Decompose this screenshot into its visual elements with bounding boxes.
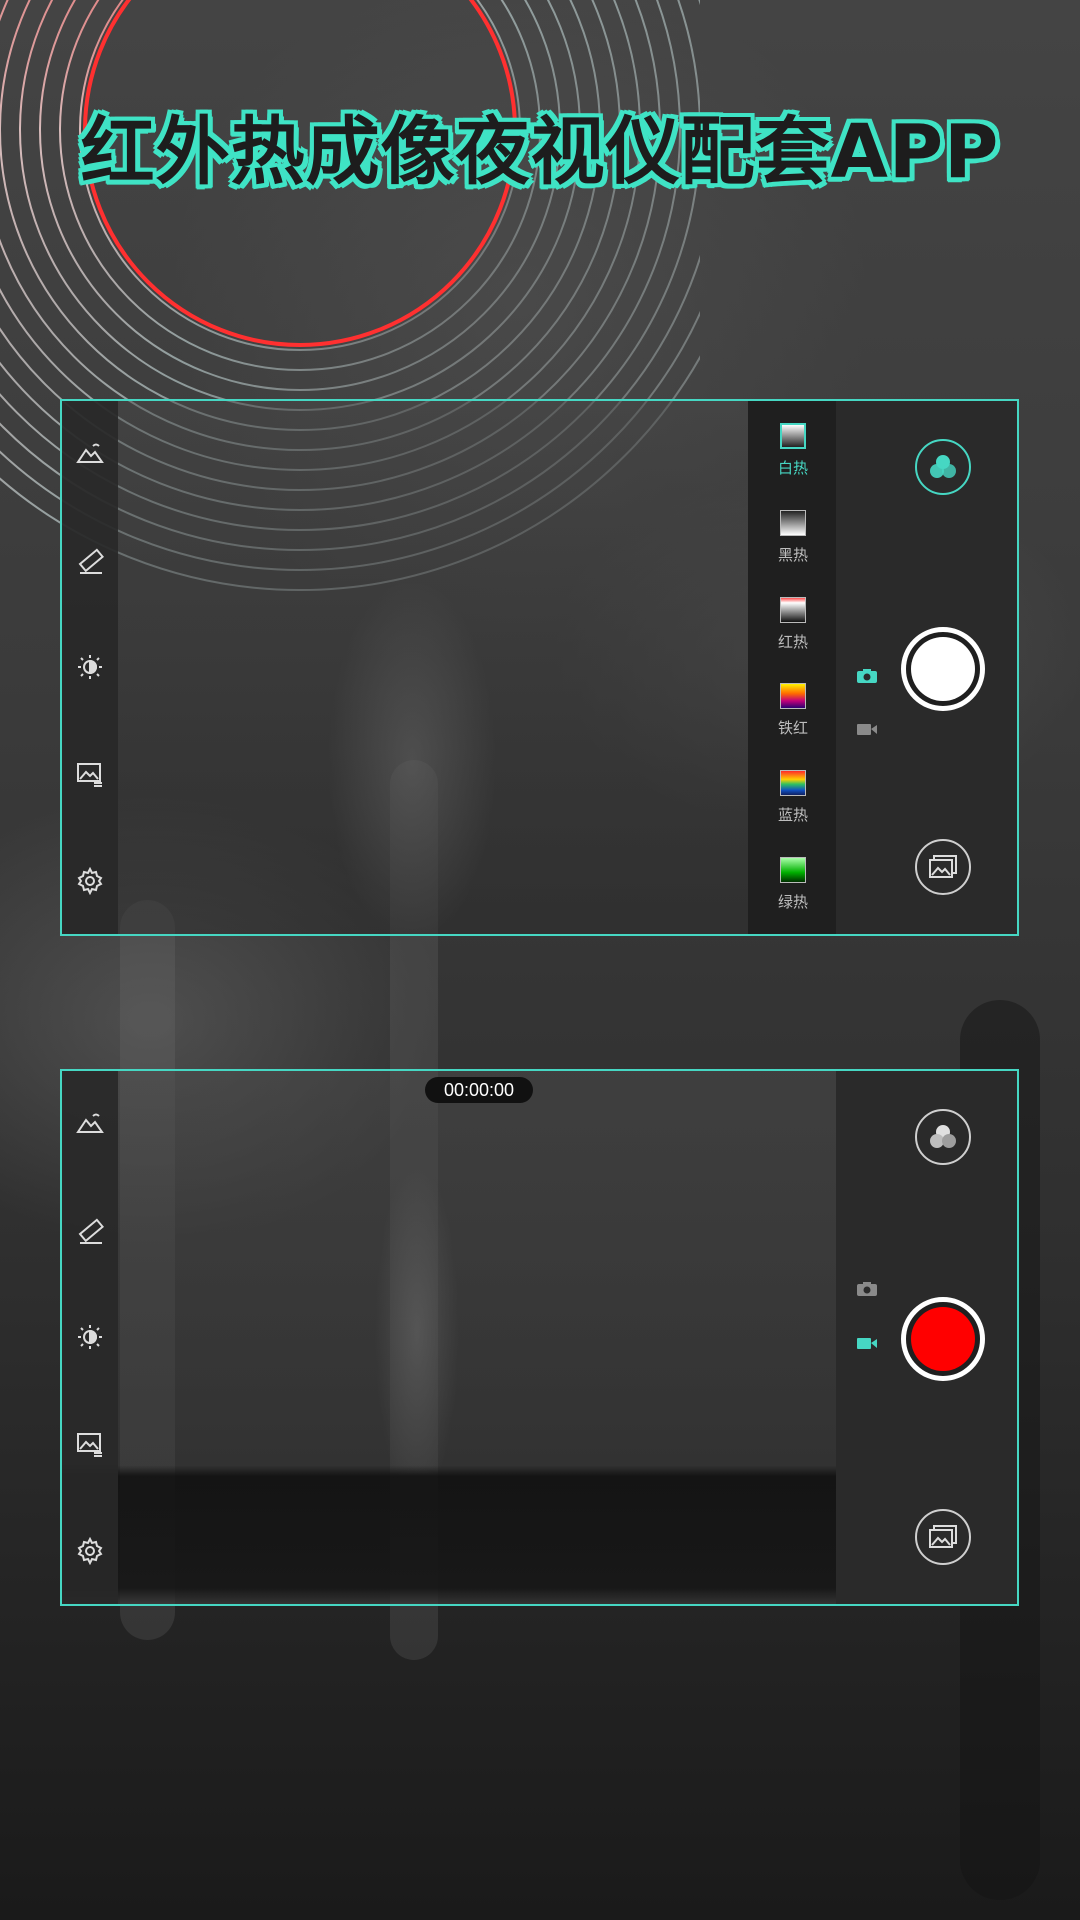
palette-green-hot[interactable]: 绿热 — [778, 857, 808, 912]
palette-swatch — [779, 770, 806, 797]
camera-mode-icon[interactable] — [856, 668, 878, 684]
palette-swatch — [779, 857, 806, 884]
record-button[interactable] — [901, 1297, 985, 1381]
ruler-icon[interactable] — [75, 1216, 105, 1246]
palette-white-hot[interactable]: 白热 — [777, 422, 808, 478]
gear-icon[interactable] — [75, 866, 105, 896]
video-mode-screen: 00:00:00 — [60, 1069, 1019, 1606]
palette-swatch — [779, 422, 806, 449]
image-adjust-icon[interactable] — [75, 1429, 105, 1459]
camera-controls — [836, 401, 1017, 934]
ruler-icon[interactable] — [75, 546, 105, 576]
palette-selector: 白热 黑热 红热 铁红 蓝热 绿热 — [748, 401, 838, 934]
gallery-button[interactable] — [915, 1509, 971, 1565]
recording-timer: 00:00:00 — [425, 1077, 533, 1103]
page-title: 红外热成像夜视仪配套APP — [80, 109, 1000, 195]
record-button-inner — [911, 1307, 975, 1371]
palette-label: 蓝热 — [777, 806, 808, 825]
palette-label: 绿热 — [777, 893, 808, 912]
photo-mode-screen: 白热 黑热 红热 铁红 蓝热 绿热 — [60, 399, 1019, 936]
palette-label: 铁红 — [777, 719, 808, 738]
color-filter-icon — [930, 1125, 956, 1148]
camera-controls — [836, 1071, 1017, 1604]
image-adjust-icon[interactable] — [75, 759, 105, 789]
color-filter-icon — [930, 455, 956, 478]
palette-iron-red[interactable]: 铁红 — [778, 683, 808, 738]
palette-toggle-button[interactable] — [915, 1109, 971, 1165]
palette-label: 黑热 — [777, 545, 808, 564]
left-toolbar — [62, 1071, 118, 1604]
video-mode-icon[interactable] — [856, 1335, 878, 1351]
brightness-icon[interactable] — [75, 652, 105, 682]
palette-swatch — [779, 596, 806, 623]
palette-toggle-button[interactable] — [915, 439, 971, 495]
gear-icon[interactable] — [75, 1536, 105, 1566]
gallery-icon — [929, 1525, 957, 1548]
brightness-icon[interactable] — [75, 1322, 105, 1352]
gallery-button[interactable] — [915, 839, 971, 895]
palette-swatch — [779, 683, 806, 710]
camera-mode-icon[interactable] — [856, 1281, 878, 1297]
capture-button[interactable] — [901, 627, 985, 711]
palette-label: 白热 — [777, 458, 808, 477]
landscape-icon[interactable] — [75, 1109, 105, 1139]
palette-red-hot[interactable]: 红热 — [777, 596, 808, 652]
palette-black-hot[interactable]: 黑热 — [777, 509, 808, 565]
landscape-icon[interactable] — [75, 439, 105, 469]
capture-button-inner — [911, 637, 975, 701]
palette-swatch — [779, 509, 806, 536]
palette-blue-hot[interactable]: 蓝热 — [778, 770, 808, 825]
palette-label: 红热 — [777, 632, 808, 651]
gallery-icon — [929, 855, 957, 878]
left-toolbar — [62, 401, 118, 934]
video-mode-icon[interactable] — [856, 721, 878, 737]
